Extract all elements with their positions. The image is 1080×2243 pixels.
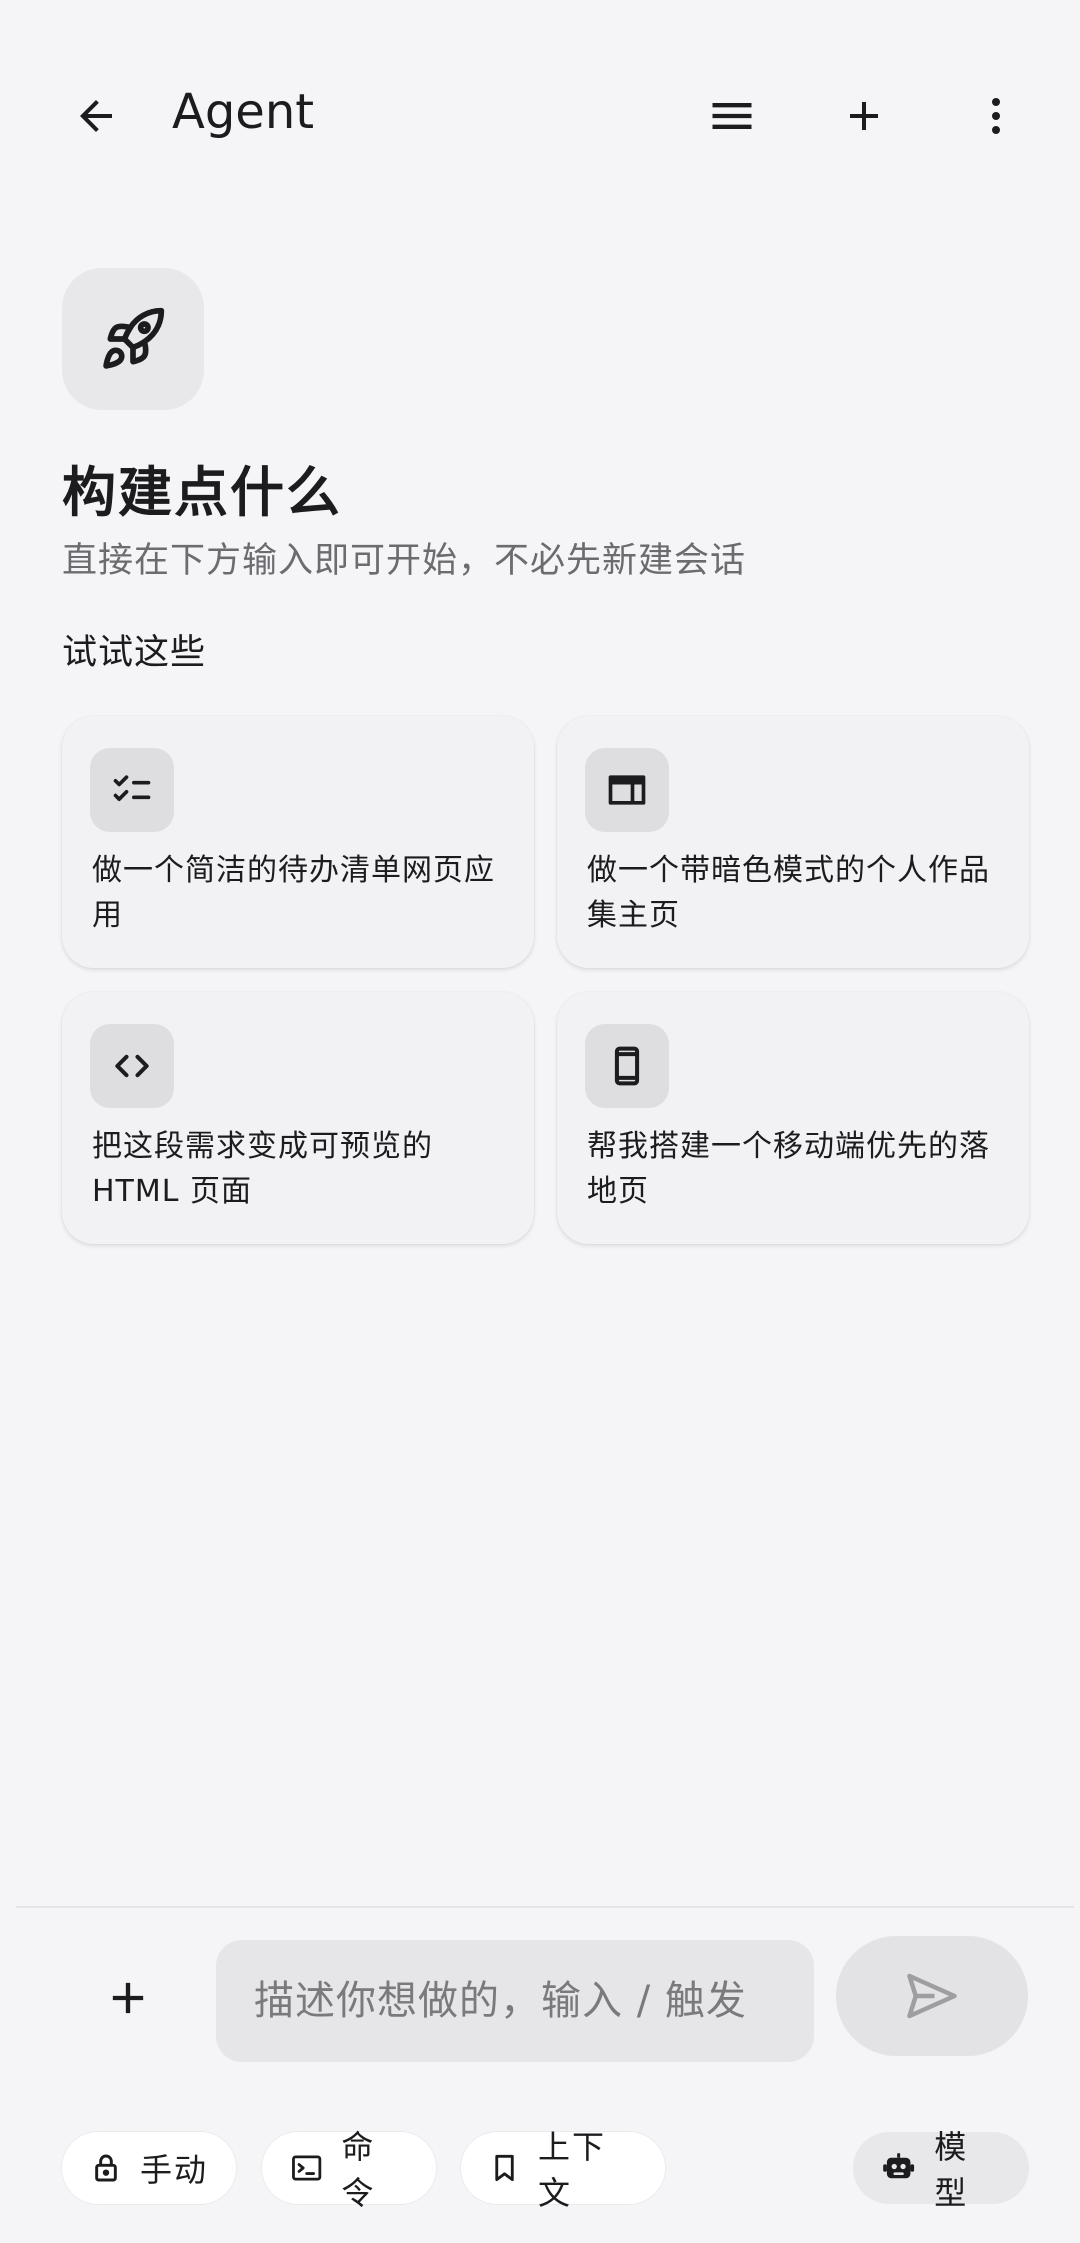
- suggestion-card-html[interactable]: 把这段需求变成可预览的 HTML 页面: [62, 992, 534, 1244]
- new-session-button[interactable]: [818, 70, 910, 162]
- chip-label: 手动: [140, 2151, 209, 2189]
- suggestion-text: 把这段需求变成可预览的 HTML 页面: [92, 1129, 433, 1209]
- bookmark-icon: [495, 2154, 514, 2182]
- plus-icon: [112, 1982, 144, 2014]
- page-title: Agent: [172, 84, 315, 140]
- send-button[interactable]: [836, 1936, 1028, 2056]
- lock-icon: [95, 2154, 117, 2182]
- hero-title: 构建点什么: [62, 461, 342, 524]
- suggestions-label: 试试这些: [62, 633, 207, 673]
- model-selector-chip[interactable]: 模型: [853, 2128, 1029, 2212]
- back-button[interactable]: [50, 70, 142, 162]
- prompt-input[interactable]: [216, 1940, 814, 2062]
- more-vert-icon: [992, 98, 1000, 134]
- suggestion-text: 帮我搭建一个移动端优先的落地页: [587, 1129, 990, 1209]
- smartphone-icon: [614, 1046, 640, 1086]
- code-icon: [115, 1054, 149, 1078]
- chip-label: 模型: [934, 2128, 969, 2212]
- more-options-button[interactable]: [950, 70, 1042, 162]
- command-chip[interactable]: 命令: [262, 2128, 436, 2212]
- hero-subtitle: 直接在下方输入即可开始，不必先新建会话: [62, 541, 747, 581]
- terminal-icon: [292, 2155, 322, 2181]
- menu-button[interactable]: [686, 70, 778, 162]
- rocket-icon: [103, 307, 165, 369]
- top-app-bar: Agent: [0, 70, 1080, 162]
- agent-screen: Agent 构建点什么 直接在下方输入即可开始，不必先新建会话 试试这些 做一个…: [0, 0, 1080, 2243]
- suggestion-card-landing[interactable]: 帮我搭建一个移动端优先的落地页: [557, 992, 1029, 1244]
- attach-button[interactable]: [82, 1952, 174, 2044]
- suggestion-card-todo[interactable]: 做一个简洁的待办清单网页应用: [62, 716, 534, 968]
- context-chip[interactable]: 上下文: [461, 2128, 665, 2212]
- suggestion-text: 做一个简洁的待办清单网页应用: [92, 853, 495, 933]
- hero-icon-container: [62, 268, 204, 410]
- robot-icon: [883, 2153, 915, 2179]
- chip-label: 命令: [341, 2128, 376, 2212]
- chip-label: 上下文: [538, 2128, 607, 2212]
- arrow-back-icon: [80, 100, 112, 132]
- menu-icon: [712, 103, 752, 129]
- mode-manual-chip[interactable]: 手动: [62, 2132, 236, 2204]
- web-layout-icon: [608, 775, 646, 805]
- composer-divider: [16, 1906, 1074, 1908]
- plus-icon: [850, 102, 878, 130]
- suggestion-text: 做一个带暗色模式的个人作品集主页: [587, 853, 990, 933]
- checklist-icon: [113, 775, 151, 801]
- suggestion-card-portfolio[interactable]: 做一个带暗色模式的个人作品集主页: [557, 716, 1029, 968]
- send-icon: [907, 1973, 957, 2019]
